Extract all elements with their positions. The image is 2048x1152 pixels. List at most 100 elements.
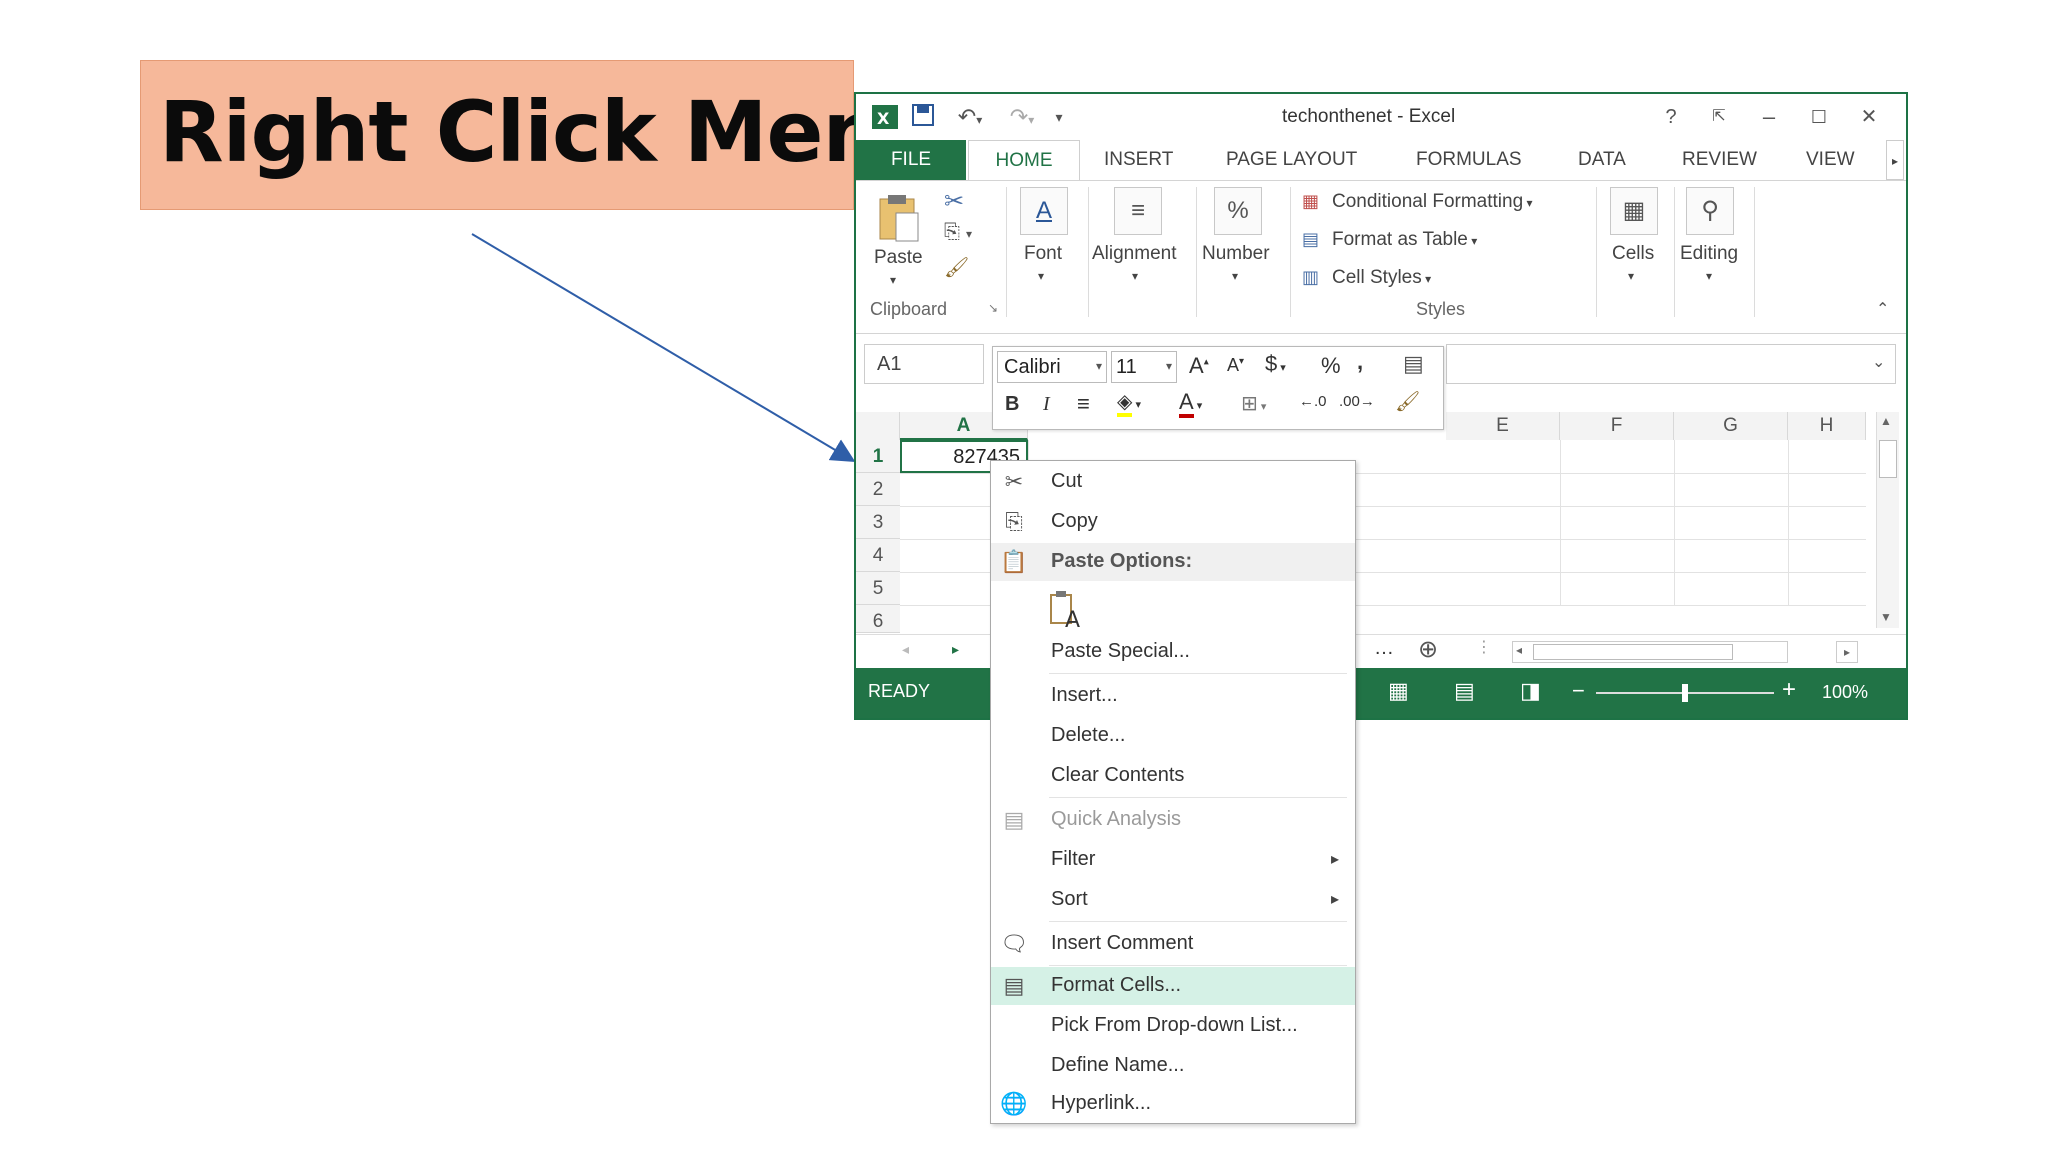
- conditional-formatting-button[interactable]: Conditional Formatting ▾: [1332, 191, 1533, 213]
- tab-file[interactable]: FILE: [856, 140, 966, 180]
- copy-icon[interactable]: ⎘ ▾: [944, 221, 972, 244]
- number-dropdown-icon[interactable]: ▾: [1232, 269, 1238, 283]
- column-header-g[interactable]: G: [1674, 412, 1788, 440]
- paste-keep-text-icon[interactable]: A: [1047, 589, 1087, 633]
- menu-item-format-cells[interactable]: ▤ Format Cells...: [991, 967, 1355, 1005]
- redo-icon[interactable]: ↷▾: [1000, 102, 1044, 132]
- row-header-5[interactable]: 5: [856, 572, 900, 605]
- number-label[interactable]: Number: [1202, 243, 1270, 265]
- zoom-in-icon[interactable]: +: [1782, 676, 1796, 704]
- cell-styles-icon[interactable]: ▥: [1302, 267, 1319, 288]
- tab-home[interactable]: HOME: [968, 140, 1080, 180]
- decrease-font-icon[interactable]: A▾: [1227, 355, 1244, 376]
- editing-dropdown-icon[interactable]: ▾: [1706, 269, 1712, 283]
- scroll-down-icon[interactable]: ▼: [1880, 610, 1892, 624]
- font-color-icon[interactable]: A ▾: [1179, 389, 1202, 418]
- zoom-level[interactable]: 100%: [1822, 682, 1868, 703]
- paste-icon[interactable]: [874, 191, 922, 243]
- menu-item-hyperlink[interactable]: 🌐 Hyperlink...: [991, 1085, 1355, 1123]
- format-painter-icon[interactable]: 🖌: [944, 255, 969, 280]
- column-header-f[interactable]: F: [1560, 412, 1674, 440]
- alignment-icon[interactable]: ≡: [1114, 187, 1162, 235]
- row-header-2[interactable]: 2: [856, 473, 900, 506]
- menu-item-insert[interactable]: Insert...: [991, 677, 1355, 715]
- menu-item-define-name[interactable]: Define Name...: [991, 1047, 1355, 1085]
- cells-dropdown-icon[interactable]: ▾: [1628, 269, 1634, 283]
- font-name-dropdown-icon[interactable]: ▾: [1096, 359, 1102, 373]
- row-header-4[interactable]: 4: [856, 539, 900, 572]
- cells-label[interactable]: Cells: [1612, 243, 1654, 265]
- row-header-1[interactable]: 1: [856, 440, 900, 473]
- font-icon[interactable]: A: [1020, 187, 1068, 235]
- collapse-ribbon-icon[interactable]: ⌃: [1876, 299, 1889, 319]
- menu-item-paste-special[interactable]: Paste Special...: [991, 633, 1355, 671]
- increase-decimal-icon[interactable]: ←.0: [1299, 393, 1327, 410]
- clipboard-launcher-icon[interactable]: ↘: [988, 301, 998, 315]
- format-painter-icon[interactable]: 🖌: [1395, 389, 1420, 414]
- menu-item-clear-contents[interactable]: Clear Contents: [991, 757, 1355, 795]
- new-sheet-icon[interactable]: ⊕: [1418, 635, 1438, 664]
- select-all-corner[interactable]: [856, 412, 900, 440]
- maximize-icon[interactable]: ☐: [1804, 102, 1834, 132]
- bold-icon[interactable]: B: [1005, 393, 1019, 416]
- horizontal-scrollbar[interactable]: ◂: [1512, 641, 1788, 663]
- zoom-slider[interactable]: [1596, 684, 1774, 702]
- menu-item-quick-analysis[interactable]: ▤ Quick Analysis: [991, 801, 1355, 839]
- formula-input[interactable]: [1446, 344, 1896, 384]
- vertical-scrollbar[interactable]: ▲ ▼: [1876, 412, 1899, 628]
- percent-icon[interactable]: %: [1321, 353, 1341, 379]
- save-icon[interactable]: [908, 102, 938, 132]
- paste-dropdown-icon[interactable]: ▾: [890, 273, 896, 287]
- zoom-slider-thumb[interactable]: [1682, 684, 1688, 702]
- center-align-icon[interactable]: ≡: [1077, 391, 1090, 417]
- zoom-out-icon[interactable]: −: [1572, 678, 1585, 704]
- page-break-view-icon[interactable]: ◨: [1520, 678, 1541, 704]
- name-box[interactable]: A1: [864, 344, 984, 384]
- editing-label[interactable]: Editing: [1680, 243, 1738, 265]
- scroll-left-icon[interactable]: ◂: [1516, 643, 1522, 657]
- conditional-formatting-icon[interactable]: ▦: [1302, 191, 1319, 212]
- borders-icon[interactable]: ⊞ ▾: [1241, 391, 1266, 416]
- italic-icon[interactable]: I: [1043, 393, 1050, 416]
- more-sheets-icon[interactable]: …: [1374, 637, 1394, 660]
- scroll-thumb[interactable]: [1879, 440, 1897, 478]
- tab-review[interactable]: REVIEW: [1682, 140, 1757, 180]
- font-dropdown-icon[interactable]: ▾: [1038, 269, 1044, 283]
- increase-font-icon[interactable]: A▴: [1189, 353, 1209, 379]
- menu-item-pick-from-list[interactable]: Pick From Drop-down List...: [991, 1007, 1355, 1045]
- menu-item-copy[interactable]: ⎘ Copy: [991, 503, 1355, 541]
- hscroll-thumb[interactable]: [1533, 644, 1733, 660]
- number-icon[interactable]: %: [1214, 187, 1262, 235]
- normal-view-icon[interactable]: ▦: [1388, 678, 1409, 704]
- minimize-icon[interactable]: –: [1754, 102, 1784, 132]
- scroll-up-icon[interactable]: ▲: [1880, 414, 1892, 428]
- scroll-right-icon[interactable]: ▸: [1836, 641, 1858, 663]
- row-header-3[interactable]: 3: [856, 506, 900, 539]
- cell-styles-button[interactable]: Cell Styles ▾: [1332, 267, 1431, 289]
- customize-qat-icon[interactable]: ▾: [1048, 102, 1070, 132]
- tab-view[interactable]: VIEW: [1806, 140, 1855, 180]
- paste-label[interactable]: Paste: [874, 247, 923, 269]
- next-sheet-icon[interactable]: ▸: [952, 641, 959, 658]
- currency-icon[interactable]: $ ▾: [1265, 351, 1286, 377]
- cells-icon[interactable]: ▦: [1610, 187, 1658, 235]
- menu-item-insert-comment[interactable]: 🗨 Insert Comment: [991, 925, 1355, 963]
- cut-icon[interactable]: ✂: [944, 187, 964, 216]
- format-as-table-icon[interactable]: ▤: [1302, 229, 1319, 250]
- prev-sheet-icon[interactable]: ◂: [902, 641, 909, 658]
- page-layout-view-icon[interactable]: ▤: [1454, 678, 1475, 704]
- font-name-box[interactable]: Calibri ▾: [997, 351, 1107, 383]
- column-header-e[interactable]: E: [1446, 412, 1560, 440]
- tabs-scroll-right-icon[interactable]: ▸: [1886, 140, 1904, 180]
- expand-formula-icon[interactable]: ⌄: [1872, 352, 1885, 372]
- alignment-label[interactable]: Alignment: [1092, 243, 1177, 265]
- tab-formulas[interactable]: FORMULAS: [1416, 140, 1522, 180]
- format-table-icon[interactable]: ▤: [1403, 351, 1424, 377]
- font-size-box[interactable]: 11 ▾: [1111, 351, 1177, 383]
- menu-item-delete[interactable]: Delete...: [991, 717, 1355, 755]
- editing-icon[interactable]: ⚲: [1686, 187, 1734, 235]
- row-header-6[interactable]: 6: [856, 605, 900, 633]
- column-header-h[interactable]: H: [1788, 412, 1866, 440]
- fill-color-icon[interactable]: ◈ ▾: [1117, 389, 1141, 417]
- alignment-dropdown-icon[interactable]: ▾: [1132, 269, 1138, 283]
